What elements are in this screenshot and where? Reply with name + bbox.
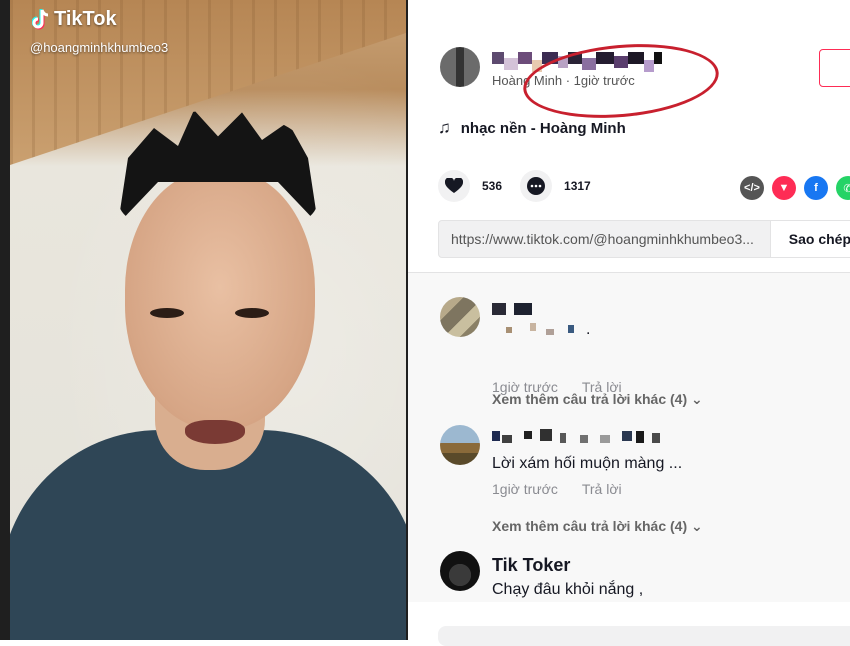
view-more-replies-label: Xem thêm câu trả lời khác (4) bbox=[492, 391, 688, 407]
comment-button[interactable] bbox=[520, 170, 553, 202]
view-more-replies[interactable]: Xem thêm câu trả lời khác (4) ⌄ bbox=[492, 391, 703, 408]
comments-list: . 1giờ trước Trả lời Xem thêm câu trả lờ… bbox=[408, 272, 850, 603]
author-avatar[interactable] bbox=[440, 47, 480, 87]
comment-text: . bbox=[586, 321, 591, 338]
comment-input-bar bbox=[408, 602, 850, 646]
comment-avatar[interactable] bbox=[440, 551, 480, 591]
video-person-face bbox=[125, 170, 315, 430]
like-button[interactable] bbox=[438, 170, 470, 202]
comment-author[interactable]: Tik Toker bbox=[492, 555, 570, 576]
tiktok-note-icon bbox=[32, 8, 49, 29]
view-more-replies-label: Xem thêm câu trả lời khác (4) bbox=[492, 518, 688, 534]
share-link-text[interactable]: https://www.tiktok.com/@hoangminhkhumbeo… bbox=[439, 231, 770, 247]
details-panel: Hoàng Minh · 1giờ trước ♫ nhạc nền - Hoà… bbox=[408, 0, 850, 640]
music-title: nhạc nền - Hoàng Minh bbox=[460, 119, 626, 137]
chevron-down-icon: ⌄ bbox=[691, 518, 703, 534]
reply-button[interactable]: Trả lời bbox=[582, 481, 622, 497]
comment-avatar[interactable] bbox=[440, 425, 480, 465]
share-icons: </> ▼ f ✆ bbox=[740, 176, 850, 200]
like-count: 536 bbox=[482, 179, 503, 193]
send-icon[interactable]: ▼ bbox=[772, 176, 796, 200]
copy-link-button[interactable]: Sao chép bbox=[769, 221, 850, 257]
video-person-eye bbox=[235, 308, 269, 318]
comment-input[interactable] bbox=[438, 626, 850, 646]
music-row[interactable]: ♫ nhạc nền - Hoàng Minh bbox=[438, 118, 626, 138]
facebook-icon[interactable]: f bbox=[804, 176, 828, 200]
comment-time: 1giờ trước bbox=[492, 481, 558, 497]
action-bar: 536 1317 bbox=[438, 170, 609, 202]
share-link-box: https://www.tiktok.com/@hoangminhkhumbeo… bbox=[438, 220, 850, 258]
heart-icon bbox=[445, 178, 463, 193]
comment-avatar[interactable] bbox=[440, 297, 480, 337]
video-person-eye bbox=[150, 308, 184, 318]
embed-icon[interactable]: </> bbox=[740, 176, 764, 200]
follow-button[interactable] bbox=[819, 49, 850, 87]
video-person-mouth bbox=[185, 420, 245, 444]
comment-text: Lời xám hối muộn màng ... bbox=[492, 455, 683, 472]
comment-meta: 1giờ trước Trả lời bbox=[492, 481, 622, 497]
view-more-replies[interactable]: Xem thêm câu trả lời khác (4) ⌄ bbox=[492, 518, 703, 535]
author-subtitle: Hoàng Minh · 1giờ trước bbox=[492, 73, 635, 88]
whatsapp-icon[interactable]: ✆ bbox=[836, 176, 850, 200]
music-note-icon: ♫ bbox=[438, 118, 451, 137]
video-handle: @hoangminhkhumbeo3 bbox=[30, 40, 169, 55]
video-frame[interactable]: TikTok @hoangminhkhumbeo3 bbox=[10, 0, 406, 640]
video-panel: TikTok @hoangminhkhumbeo3 bbox=[0, 0, 408, 640]
chevron-down-icon: ⌄ bbox=[691, 391, 703, 407]
tiktok-brand-text: TikTok bbox=[54, 8, 117, 30]
comment-count: 1317 bbox=[564, 179, 591, 193]
tiktok-logo: TikTok bbox=[32, 8, 117, 31]
comment-icon bbox=[527, 177, 546, 195]
comment-text: Chạy đâu khỏi nắng , bbox=[492, 581, 644, 598]
